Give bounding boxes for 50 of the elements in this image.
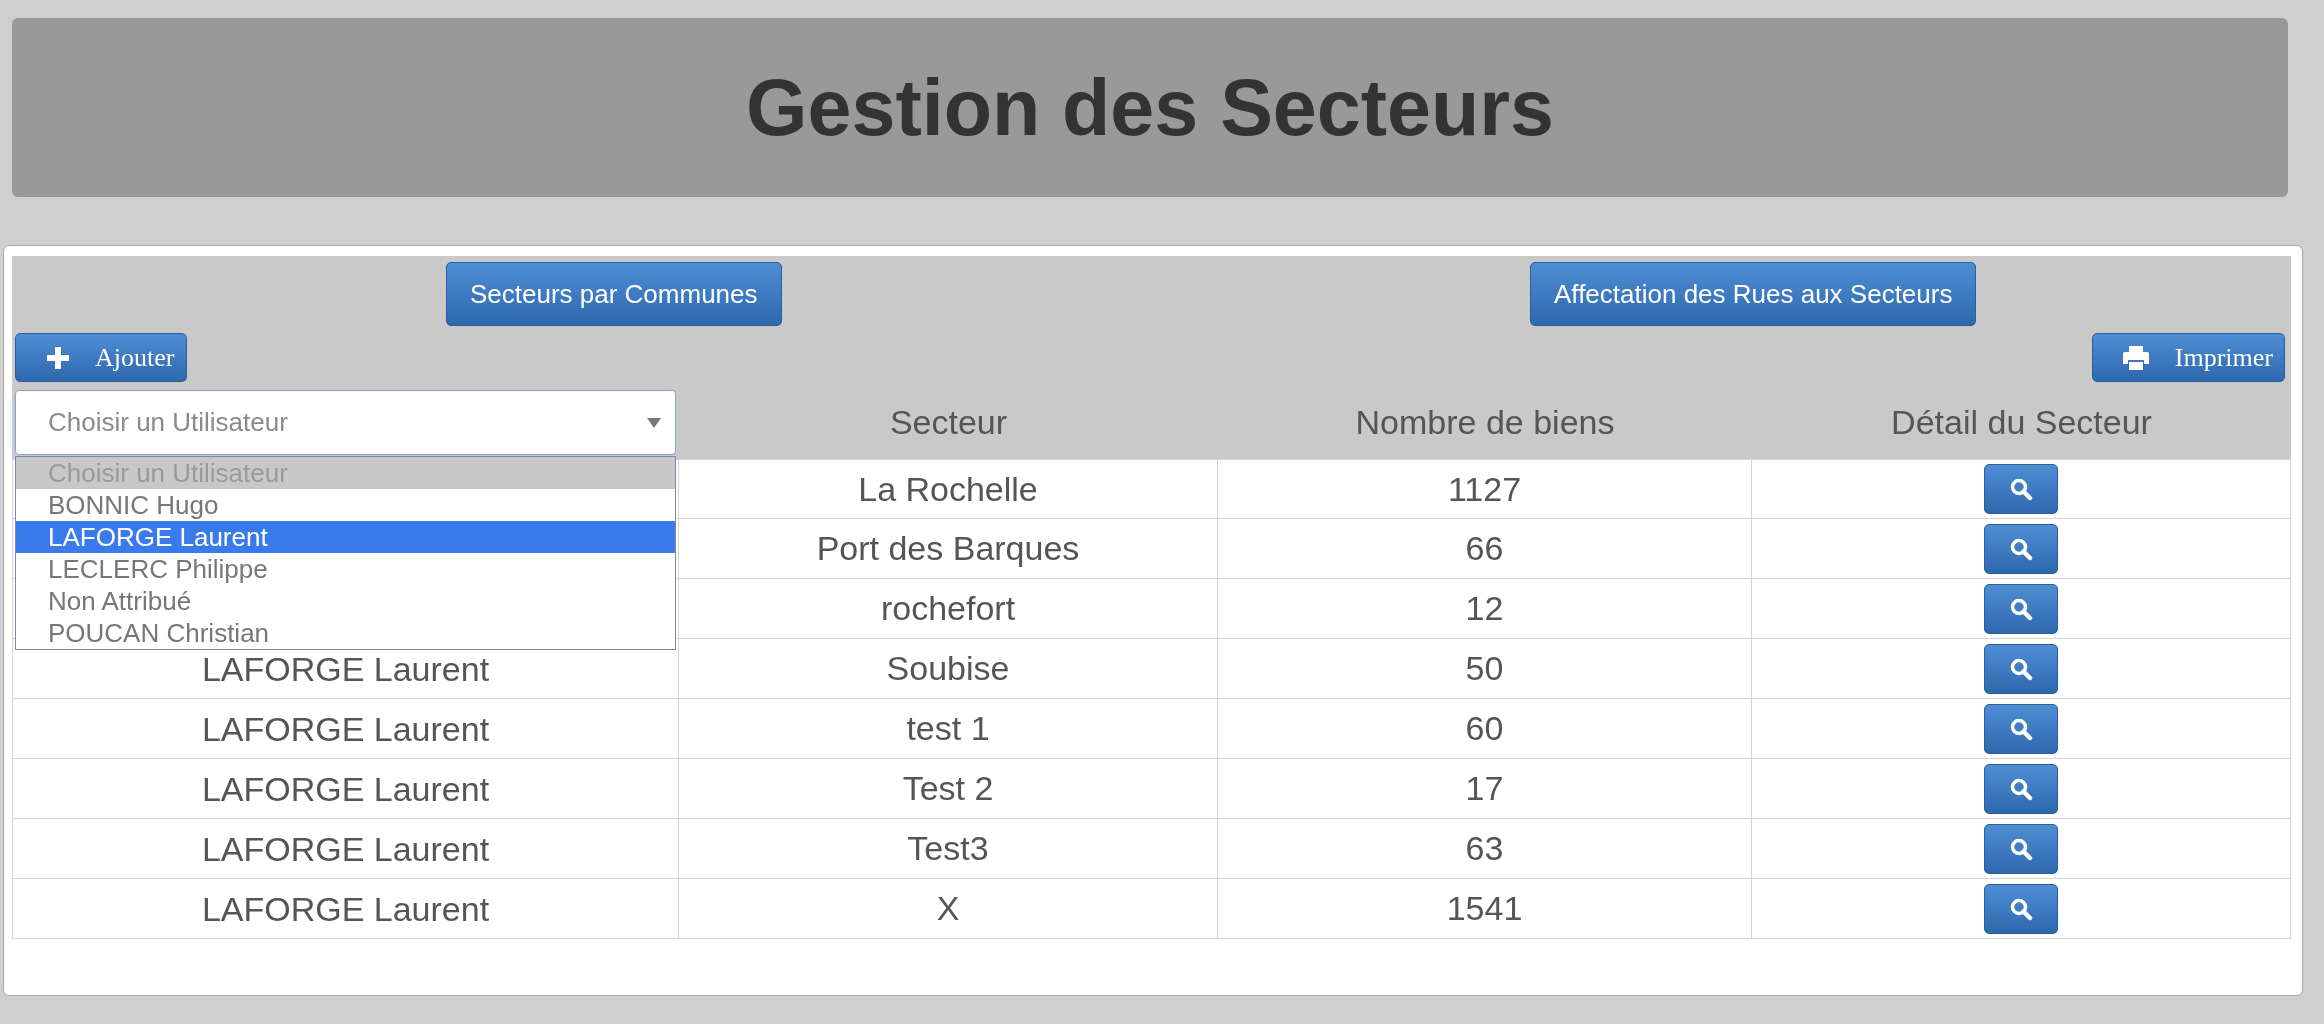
- table-cell: 1541: [1218, 879, 1752, 939]
- user-name: LAFORGE Laurent: [201, 891, 490, 926]
- search-icon: [2009, 836, 2033, 861]
- table-cell: Soubise: [679, 639, 1218, 699]
- table-cell: La Rochelle: [679, 459, 1218, 519]
- street-assignment-button[interactable]: Affectation des Rues aux Secteurs: [1530, 262, 1977, 326]
- table-cell: 60: [1218, 699, 1752, 759]
- table-cell: test 1: [679, 699, 1218, 759]
- table-cell: 66: [1218, 519, 1752, 579]
- detail-button[interactable]: [1984, 703, 2058, 754]
- caret-down-icon: [647, 417, 661, 428]
- detail-button[interactable]: [1984, 523, 2058, 574]
- column-header: Nombre de biens: [1355, 402, 1615, 443]
- user-name: LAFORGE Laurent: [201, 651, 490, 686]
- search-icon: [2009, 656, 2033, 681]
- column-header: Détail du Secteur: [1891, 402, 2152, 443]
- detail-button[interactable]: [1984, 823, 2058, 874]
- detail-button[interactable]: [1984, 763, 2058, 814]
- search-icon: [2009, 596, 2033, 621]
- detail-button[interactable]: [1984, 883, 2058, 934]
- user-select[interactable]: Choisir un Utilisateur: [15, 390, 676, 455]
- page-title: Gestion des Secteurs: [746, 68, 1554, 147]
- printer-icon: [2122, 345, 2149, 370]
- plus-icon: [47, 346, 69, 369]
- add-button[interactable]: Ajouter: [15, 333, 188, 382]
- table-cell: 17: [1218, 759, 1752, 819]
- search-icon: [2009, 896, 2033, 921]
- user-name: LAFORGE Laurent: [201, 831, 490, 866]
- print-button[interactable]: Imprimer: [2091, 333, 2285, 382]
- table-cell: rochefort: [679, 579, 1218, 639]
- column-header: Secteur: [889, 402, 1008, 443]
- table-cell: 50: [1218, 639, 1752, 699]
- dropdown-option[interactable]: LAFORGE Laurent: [16, 521, 675, 553]
- detail-button[interactable]: [1984, 643, 2058, 694]
- search-icon: [2009, 776, 2033, 801]
- search-icon: [2009, 536, 2033, 561]
- detail-button[interactable]: [1984, 464, 2058, 514]
- table-cell: Test3: [679, 819, 1218, 879]
- communes-button[interactable]: Secteurs par Communes: [445, 262, 782, 326]
- detail-button[interactable]: [1984, 583, 2058, 634]
- table-cell: Test 2: [679, 759, 1218, 819]
- table-cell: Port des Barques: [679, 519, 1218, 579]
- table-cell: 12: [1218, 579, 1752, 639]
- table-cell: 63: [1218, 819, 1752, 879]
- search-icon: [2009, 477, 2033, 501]
- table-cell: 1127: [1218, 459, 1752, 519]
- search-icon: [2009, 716, 2033, 741]
- table-cell: X: [679, 879, 1218, 939]
- user-name: LAFORGE Laurent: [201, 771, 490, 806]
- user-name: LAFORGE Laurent: [201, 711, 490, 746]
